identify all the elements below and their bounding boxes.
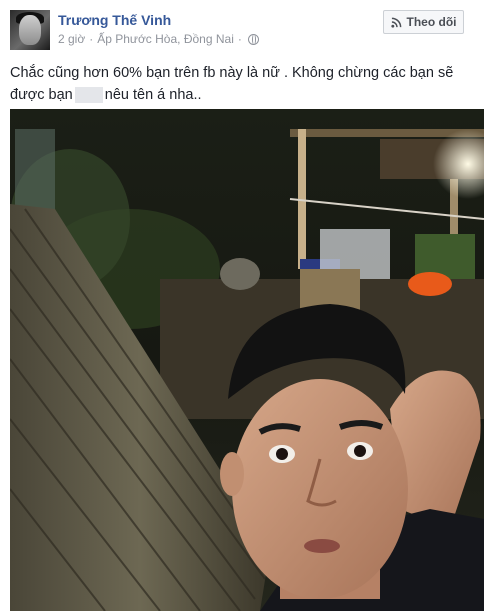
follow-label: Theo dõi <box>406 15 457 29</box>
post-text: Chắc cũng hơn 60% bạn trên fb này là nữ … <box>10 62 482 106</box>
post-meta: 2 giờ · Ấp Phước Hòa, Đồng Nai · <box>58 32 259 46</box>
author-avatar[interactable] <box>10 10 50 50</box>
post-header: Trương Thế Vinh 2 giờ · Ấp Phước Hòa, Đồ… <box>0 0 484 56</box>
post-photo[interactable] <box>10 109 484 611</box>
post-time[interactable]: 2 giờ <box>58 32 85 46</box>
post-location[interactable]: Ấp Phước Hòa, Đồng Nai <box>97 32 234 46</box>
meta-separator: · <box>89 32 94 46</box>
selfie-image <box>10 109 484 611</box>
rss-icon <box>390 17 401 28</box>
post-text-part2: nêu tên á nha.. <box>104 87 202 103</box>
avatar-face <box>19 15 41 45</box>
author-name[interactable]: Trương Thế Vinh <box>58 12 171 28</box>
globe-icon[interactable] <box>247 33 259 45</box>
redacted-name <box>74 87 103 104</box>
follow-button[interactable]: Theo dõi <box>383 10 464 34</box>
post-card: Trương Thế Vinh 2 giờ · Ấp Phước Hòa, Đồ… <box>0 0 484 611</box>
meta-separator-2: · <box>237 32 242 46</box>
